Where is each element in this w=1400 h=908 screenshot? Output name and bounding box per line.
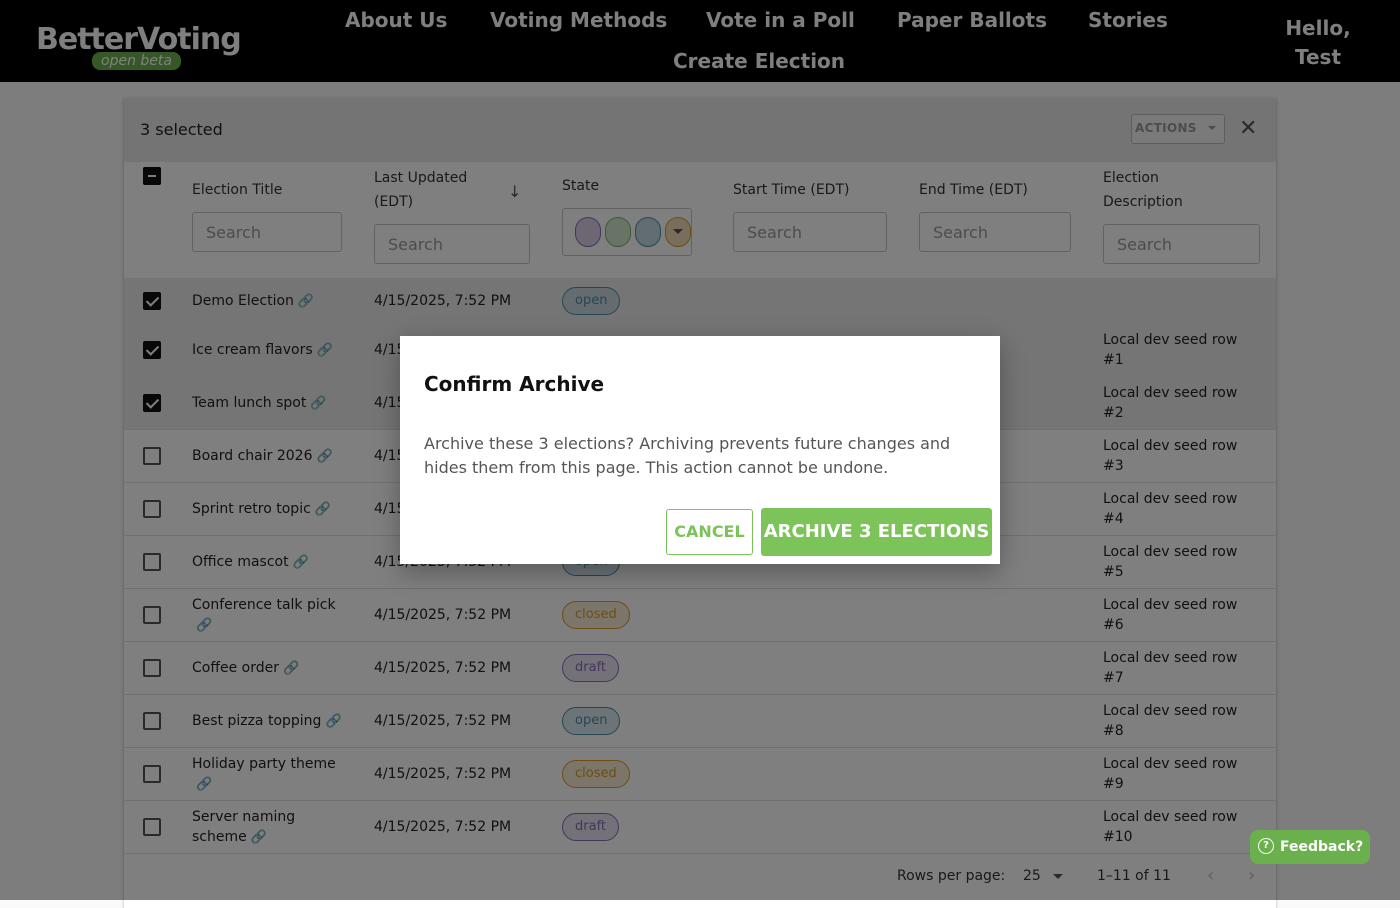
question-circle-icon: ? <box>1258 838 1274 854</box>
feedback-button[interactable]: ? Feedback? <box>1250 830 1370 864</box>
confirm-archive-dialog: Confirm Archive Archive these 3 election… <box>400 336 1000 564</box>
dialog-title: Confirm Archive <box>424 372 605 396</box>
feedback-label: Feedback? <box>1280 839 1364 855</box>
cancel-button[interactable]: CANCEL <box>666 509 753 555</box>
dialog-message: Archive these 3 elections? Archiving pre… <box>424 434 951 477</box>
archive-elections-button[interactable]: ARCHIVE 3 ELECTIONS <box>761 508 992 556</box>
